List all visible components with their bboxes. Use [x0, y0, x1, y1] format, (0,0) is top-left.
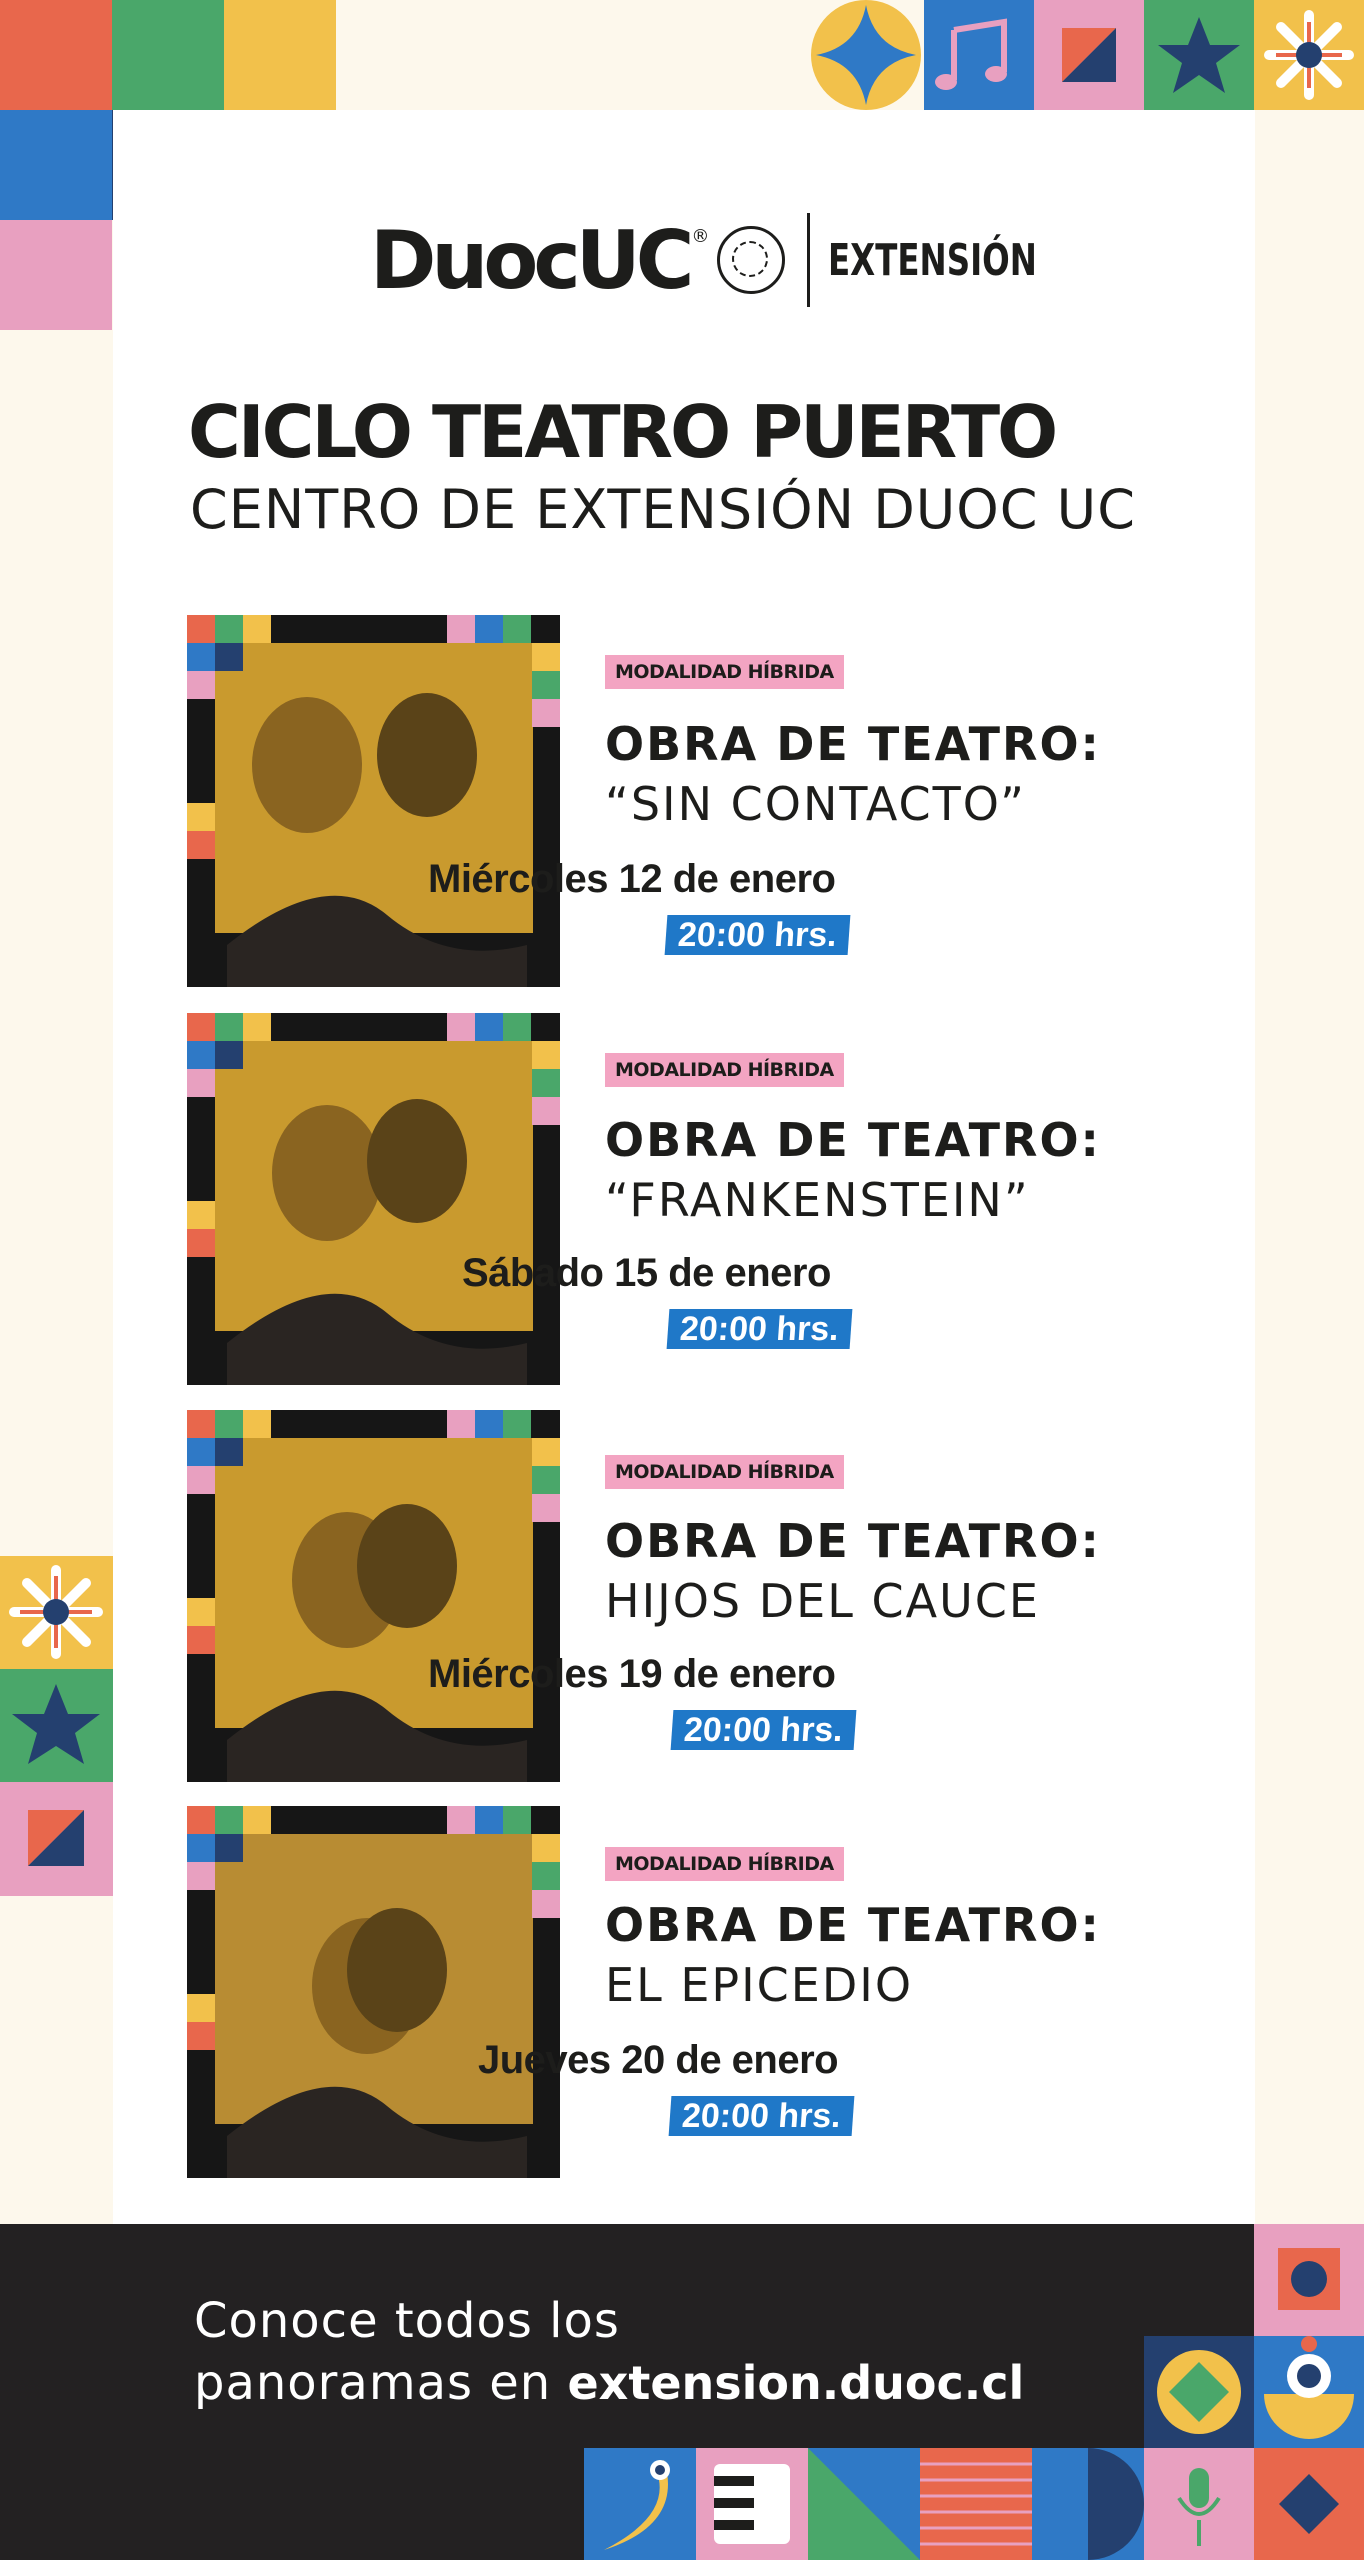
event-card: MODALIDAD HÍBRIDA OBRA DE TEATRO: EL EPICE…	[187, 1806, 1187, 2178]
footer-line-2: panoramas en extension.duoc.cl	[194, 2352, 1024, 2414]
microphone-icon	[1144, 2448, 1254, 2560]
tile-orange	[0, 0, 112, 110]
circle-icon	[1254, 2224, 1364, 2336]
logo-divider	[807, 213, 811, 307]
event-title: EL EPICEDIO	[605, 1958, 914, 2012]
page-subtitle: CENTRO DE EXTENSIÓN DUOC UC	[190, 478, 1136, 541]
triangle-split-icon	[0, 1782, 113, 1896]
event-photo	[187, 615, 560, 987]
left-icon-column	[0, 1556, 113, 1896]
event-date: Miércoles 12 de enero	[428, 857, 836, 901]
diamond-star-icon	[811, 0, 921, 110]
banana-icon	[584, 2448, 696, 2560]
star-icon	[0, 1669, 113, 1782]
event-heading: OBRA DE TEATRO:	[605, 1898, 1101, 1952]
tile-pink	[0, 220, 112, 330]
event-modality-badge: MODALIDAD HÍBRIDA	[605, 1455, 844, 1489]
event-modality-badge: MODALIDAD HÍBRIDA	[605, 1053, 844, 1087]
tile-blue	[0, 110, 112, 220]
tile-yellow	[224, 0, 336, 110]
event-modality-badge: MODALIDAD HÍBRIDA	[605, 1847, 844, 1881]
stripes-icon	[920, 2448, 1032, 2560]
triangle-split-icon	[1034, 0, 1144, 110]
triangle-green-icon	[808, 2448, 920, 2560]
event-time: 20:00 hrs.	[664, 915, 851, 955]
half-moon-icon	[1032, 2448, 1144, 2560]
event-modality-badge: MODALIDAD HÍBRIDA	[605, 655, 844, 689]
footer-line-2-prefix: panoramas en	[194, 2355, 568, 2411]
piano-keys-icon	[696, 2448, 808, 2560]
footer-website-link[interactable]: extension.duoc.cl	[567, 2356, 1024, 2410]
event-time: 20:00 hrs.	[666, 1309, 853, 1349]
event-date: Sábado 15 de enero	[462, 1251, 831, 1295]
event-date: Miércoles 19 de enero	[428, 1652, 836, 1696]
event-card: MODALIDAD HÍBRIDA OBRA DE TEATRO: “SIN CON…	[187, 615, 1187, 987]
diamond-circle-icon	[1144, 2336, 1254, 2448]
page-title: CICLO TEATRO PUERTO	[188, 390, 1058, 474]
star-icon	[1144, 0, 1254, 110]
top-right-icon-strip	[804, 0, 1364, 110]
footer-message: Conoce todos los panoramas en extension.…	[194, 2290, 1024, 2414]
event-date: Jueves 20 de enero	[478, 2038, 839, 2082]
event-photo	[187, 1410, 560, 1782]
half-circle-icon	[1254, 2336, 1364, 2448]
brand-logo: DuocUC ® EXTENSIÓN	[370, 205, 1083, 315]
flower-icon	[0, 1556, 113, 1669]
logo-division: EXTENSIÓN	[828, 234, 1038, 286]
diamond-icon	[1254, 2448, 1364, 2560]
event-heading: OBRA DE TEATRO:	[605, 1514, 1101, 1568]
event-title: “SIN CONTACTO”	[605, 777, 1026, 831]
event-time: 20:00 hrs.	[668, 2096, 855, 2136]
event-photo	[187, 1013, 560, 1385]
flower-icon	[1254, 0, 1364, 110]
event-heading: OBRA DE TEATRO:	[605, 717, 1101, 771]
event-photo	[187, 1806, 560, 2178]
university-seal-icon	[717, 226, 786, 294]
event-time: 20:00 hrs.	[670, 1710, 857, 1750]
event-card: MODALIDAD HÍBRIDA OBRA DE TEATRO: HIJOS DE…	[187, 1410, 1187, 1782]
event-title: HIJOS DEL CAUCE	[605, 1574, 1040, 1628]
registered-mark: ®	[691, 225, 710, 247]
event-heading: OBRA DE TEATRO:	[605, 1113, 1101, 1167]
music-note-icon	[924, 0, 1034, 110]
tile-green	[112, 0, 224, 110]
event-card: MODALIDAD HÍBRIDA OBRA DE TEATRO: “FRANKEN…	[187, 1013, 1187, 1385]
event-title: “FRANKENSTEIN”	[605, 1173, 1030, 1227]
footer-line-1: Conoce todos los	[194, 2293, 620, 2349]
logo-wordmark: DuocUC	[370, 213, 694, 307]
